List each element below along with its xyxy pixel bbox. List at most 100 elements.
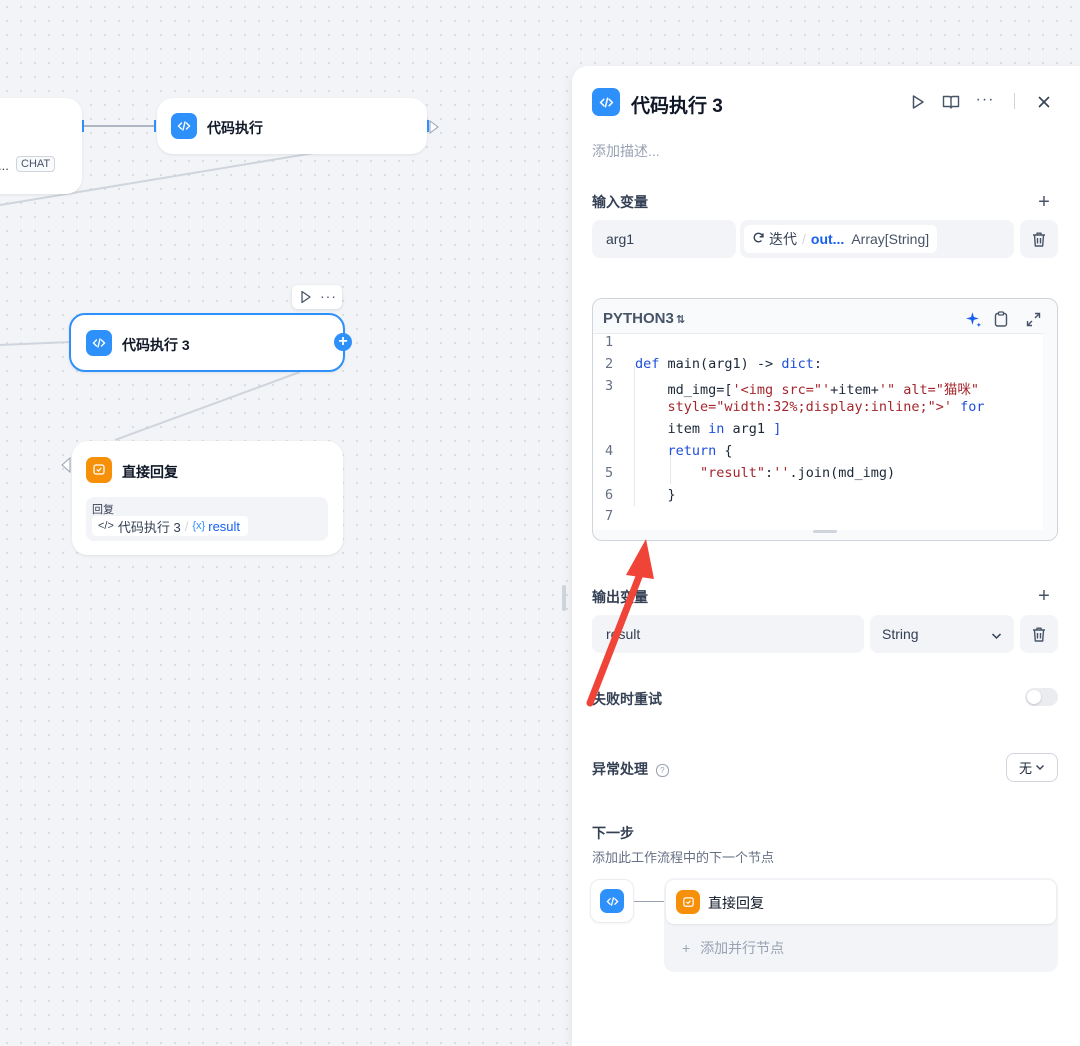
code-line: item in arg1 ] [593, 421, 1053, 443]
code-token: .join(md_img) [789, 464, 896, 481]
trash-icon [1033, 232, 1045, 247]
code-line: 1 [593, 334, 1053, 356]
next-node-title: 直接回复 [708, 895, 764, 911]
clipboard-icon[interactable] [991, 309, 1011, 329]
node-title: 直接回复 [122, 464, 178, 480]
code-token: arg1 [724, 421, 774, 438]
current-node-icon-box [590, 879, 634, 923]
iteration-icon [752, 231, 765, 247]
code-token: "result" [635, 464, 766, 481]
more-icon[interactable]: ··· [974, 90, 996, 110]
code-line: 3 md_img=['<img src="'+item+'" alt="猫咪" [593, 378, 1053, 400]
next-nodes-group: 直接回复 + 添加并行节点 [664, 878, 1058, 972]
next-connector [634, 901, 664, 902]
help-icon[interactable]: ? [655, 764, 669, 777]
close-icon[interactable] [1034, 92, 1054, 112]
error-handling-value: 无 [1018, 761, 1032, 776]
code-token: } [635, 486, 676, 503]
reply-section: 回复 </> 代码执行 3 / {x} result [86, 497, 328, 541]
annotation-arrow [586, 539, 654, 707]
output-port[interactable] [82, 120, 84, 132]
add-next-node-icon[interactable]: + [334, 333, 352, 351]
input-var-source-selector[interactable]: 迭代 / out... Array[String] [740, 220, 1014, 258]
language-label: PYTHON3 [603, 310, 674, 327]
code-text: return { [635, 443, 733, 459]
code-editor[interactable]: PYTHON3 ⇅ 1 2 def main(arg1) -> dict: 3 md_i… [592, 298, 1058, 541]
delete-output-button[interactable] [1020, 615, 1058, 653]
code-node[interactable]: 代码执行 [157, 98, 427, 154]
chevron-updown-icon: ⇅ [675, 314, 686, 326]
code-text: style="width:32%;display:inline;">' for [635, 399, 985, 415]
error-handling-label: 异常处理 ? [592, 759, 669, 779]
next-step-label: 下一步 [592, 825, 634, 841]
plus-icon: + [682, 940, 691, 956]
output-type-value: String [882, 626, 919, 642]
ref-separator: / [184, 518, 189, 534]
sparkle-icon[interactable] [963, 309, 983, 329]
input-var-name-field[interactable]: arg1 [592, 220, 736, 258]
editor-resize-handle[interactable] [813, 530, 837, 533]
reply-label: 回复 [92, 504, 114, 516]
code-token: : [765, 464, 774, 481]
line-number: 4 [605, 443, 614, 459]
run-icon[interactable] [908, 92, 928, 112]
start-node[interactable]: ... CHAT [0, 98, 82, 194]
variable-ref[interactable]: </> 代码执行 3 / {x} result [92, 516, 249, 536]
chevron-down-icon [1036, 765, 1044, 770]
reply-node[interactable]: 直接回复 回复 </> 代码执行 3 / {x} result [72, 441, 343, 555]
description-input[interactable]: 添加描述... [592, 141, 660, 161]
code-token: : [813, 355, 822, 372]
code-token: '" alt="猫咪" [878, 381, 980, 398]
delete-input-button[interactable] [1020, 220, 1058, 258]
panel-resize-handle[interactable] [562, 585, 566, 611]
retry-toggle[interactable] [1025, 688, 1058, 706]
more-icon[interactable]: ··· [320, 288, 337, 304]
line-number: 1 [605, 334, 614, 350]
node-ellipsis: ... [0, 158, 9, 173]
ref-node-name: 代码执行 3 [117, 519, 181, 535]
panel-title[interactable]: 代码执行 3 [631, 91, 723, 118]
code-token: ] [773, 421, 782, 438]
code-text: "result":''.join(md_img) [635, 465, 895, 481]
input-vars-label: 输入变量 [592, 194, 648, 210]
code-token: style="width:32%;display:inline;">' [635, 399, 952, 416]
source-node-name: 迭代 [769, 231, 797, 247]
add-parallel-node-button[interactable]: + 添加并行节点 [682, 938, 784, 958]
code-line: style="width:32%;display:inline;">' for [593, 399, 1053, 421]
run-icon[interactable] [300, 290, 312, 309]
source-separator: / [802, 231, 806, 247]
code-node-3[interactable]: 代码执行 3 [69, 313, 345, 372]
code-text: def main(arg1) -> dict: [635, 356, 822, 372]
code-token: main(arg1) -> [667, 355, 782, 372]
error-handling-text: 异常处理 [592, 761, 648, 777]
code-token: in [708, 421, 725, 438]
trash-icon [1033, 627, 1045, 642]
chevron-down-icon [991, 627, 1002, 643]
code-line: 7 [593, 508, 1053, 530]
code-text: item in arg1 ] [635, 421, 782, 438]
toggle-knob [1027, 690, 1041, 704]
code-token: for [951, 399, 985, 416]
code-token: { [716, 443, 733, 459]
line-number: 6 [605, 486, 614, 503]
code-token: '' [773, 464, 790, 481]
code-token: +item+ [830, 381, 879, 398]
add-input-icon[interactable]: + [1034, 191, 1054, 213]
code-icon [592, 88, 620, 116]
code-token: item [635, 421, 709, 438]
code-token: return [635, 443, 717, 459]
code-icon [86, 330, 112, 356]
language-selector[interactable]: PYTHON3 ⇅ [603, 310, 685, 327]
node-title: 代码执行 3 [122, 337, 190, 353]
reply-icon [676, 890, 700, 914]
error-handling-select[interactable]: 无 [1006, 753, 1058, 782]
input-port[interactable] [154, 120, 156, 132]
code-body[interactable]: 1 2 def main(arg1) -> dict: 3 md_img=['<img… [593, 333, 1043, 530]
next-node-card[interactable]: 直接回复 [666, 880, 1056, 924]
output-port[interactable] [427, 120, 429, 132]
output-type-select[interactable]: String [870, 615, 1014, 653]
book-icon[interactable] [941, 92, 961, 112]
source-var-type: Array[String] [851, 231, 930, 247]
add-output-icon[interactable]: + [1034, 585, 1054, 607]
expand-icon[interactable] [1023, 309, 1043, 329]
